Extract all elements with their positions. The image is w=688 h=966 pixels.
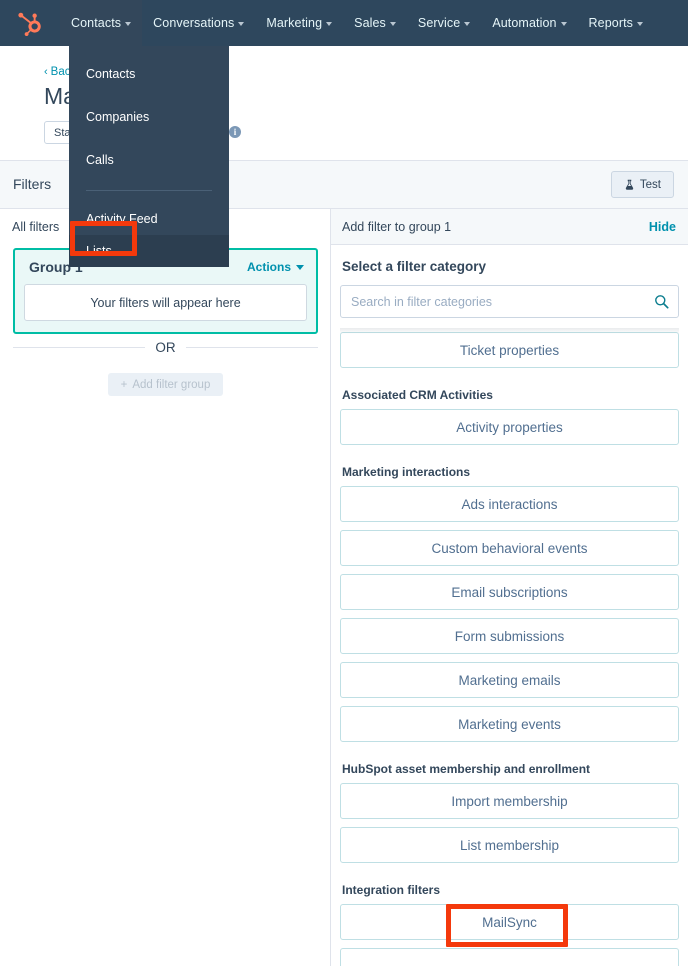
filter-category-ticket-properties[interactable]: Ticket properties xyxy=(340,332,679,368)
add-filter-panel-title: Add filter to group 1 xyxy=(342,219,452,234)
divider-line-right xyxy=(185,347,318,348)
nav-item-label: Reports xyxy=(588,16,634,30)
dropdown-divider xyxy=(86,190,212,191)
actions-label: Actions xyxy=(246,260,291,274)
chevron-down-icon xyxy=(637,22,644,26)
test-button-label: Test xyxy=(639,178,661,191)
dropdown-item-activity-feed[interactable]: Activity Feed xyxy=(69,203,229,235)
nav-item-label: Service xyxy=(417,16,461,30)
add-filter-group-button[interactable]: + Add filter group xyxy=(108,373,223,396)
chevron-down-icon xyxy=(389,22,396,26)
dropdown-item-contacts[interactable]: Contacts xyxy=(69,58,229,90)
filter-section-heading: Integration filters xyxy=(342,883,441,897)
dropdown-item-lists[interactable]: Lists xyxy=(69,235,229,267)
hide-panel-link[interactable]: Hide xyxy=(649,220,676,234)
filter-section-heading: Marketing interactions xyxy=(342,465,471,479)
filter-category-form-submissions[interactable]: Form submissions xyxy=(340,618,679,654)
filter-category-ads-interactions[interactable]: Ads interactions xyxy=(340,486,679,522)
filter-category-activity-properties[interactable]: Activity properties xyxy=(340,409,679,445)
hubspot-logo[interactable] xyxy=(0,0,60,46)
nav-item-sales[interactable]: Sales xyxy=(343,0,407,46)
hubspot-sprocket-icon xyxy=(17,12,41,36)
dropdown-item-companies[interactable]: Companies xyxy=(69,101,229,133)
dropdown-spacer xyxy=(69,133,229,144)
filter-category-partial-cutoff[interactable] xyxy=(340,948,679,966)
nav-item-label: Contacts xyxy=(71,16,122,30)
add-filter-panel-body: Select a filter category Ticket properti… xyxy=(331,245,688,966)
chevron-down-icon xyxy=(464,22,471,26)
add-filter-panel: Add filter to group 1 Hide Select a filt… xyxy=(331,209,688,966)
nav-item-label: Marketing xyxy=(266,16,323,30)
or-label: OR xyxy=(155,340,176,355)
filters-placeholder: Your filters will appear here xyxy=(24,284,307,321)
plus-icon: + xyxy=(120,378,128,391)
chevron-down-icon xyxy=(560,22,567,26)
chevron-left-icon: ‹ xyxy=(44,65,48,78)
filter-category-scroll-area[interactable]: Ticket properties Associated CRM Activit… xyxy=(340,328,679,966)
filter-category-marketing-events[interactable]: Marketing events xyxy=(340,706,679,742)
filter-category-search xyxy=(340,285,679,318)
nav-item-contacts[interactable]: Contacts xyxy=(60,0,143,46)
search-icon[interactable] xyxy=(654,294,669,309)
all-filters-label: All filters xyxy=(12,220,60,234)
contacts-dropdown-menu: Contacts Companies Calls Activity Feed L… xyxy=(69,46,229,267)
nav-item-label: Automation xyxy=(492,16,557,30)
filter-group-actions-dropdown[interactable]: Actions xyxy=(247,260,304,274)
nav-item-marketing[interactable]: Marketing xyxy=(255,0,343,46)
filter-category-list-membership[interactable]: List membership xyxy=(340,827,679,863)
top-navigation-bar: Contacts Conversations Marketing Sales S… xyxy=(0,0,688,46)
nav-item-automation[interactable]: Automation xyxy=(481,0,577,46)
chevron-down-icon xyxy=(326,22,333,26)
test-button[interactable]: Test xyxy=(610,171,674,198)
filter-section-heading: Associated CRM Activities xyxy=(342,388,493,402)
nav-item-reports[interactable]: Reports xyxy=(578,0,654,46)
dropdown-spacer xyxy=(69,90,229,101)
nav-item-label: Conversations xyxy=(153,16,235,30)
filter-category-custom-behavioral-events[interactable]: Custom behavioral events xyxy=(340,530,679,566)
nav-item-conversations[interactable]: Conversations xyxy=(142,0,255,46)
search-input[interactable] xyxy=(341,286,678,317)
chevron-down-icon xyxy=(296,264,304,270)
all-filters-panel: All filters Group 1 Actions Your filters… xyxy=(0,209,331,966)
filter-section-heading: HubSpot asset membership and enrollment xyxy=(342,762,591,776)
nav-item-label: Sales xyxy=(354,16,386,30)
info-icon[interactable]: i xyxy=(229,126,241,138)
or-divider: OR xyxy=(13,340,318,355)
chevron-down-icon xyxy=(238,22,245,26)
hubspot-lists-filter-page: Contacts Conversations Marketing Sales S… xyxy=(0,0,688,966)
chevron-down-icon xyxy=(125,22,132,26)
nav-item-list: Contacts Conversations Marketing Sales S… xyxy=(60,0,654,46)
filter-category-email-subscriptions[interactable]: Email subscriptions xyxy=(340,574,679,610)
select-filter-category-label: Select a filter category xyxy=(342,259,487,274)
nav-item-service[interactable]: Service xyxy=(407,0,481,46)
add-filter-panel-header: Add filter to group 1 Hide xyxy=(331,209,688,245)
filter-category-mailsync[interactable]: MailSync xyxy=(340,904,679,940)
divider-line-left xyxy=(13,347,146,348)
add-filter-group-label: Add filter group xyxy=(132,378,211,391)
dropdown-item-calls[interactable]: Calls xyxy=(69,144,229,176)
filter-category-marketing-emails[interactable]: Marketing emails xyxy=(340,662,679,698)
filter-category-list: Ticket properties Associated CRM Activit… xyxy=(340,328,679,966)
filter-category-import-membership[interactable]: Import membership xyxy=(340,783,679,819)
flask-icon xyxy=(625,179,634,190)
filters-heading: Filters xyxy=(13,176,52,192)
